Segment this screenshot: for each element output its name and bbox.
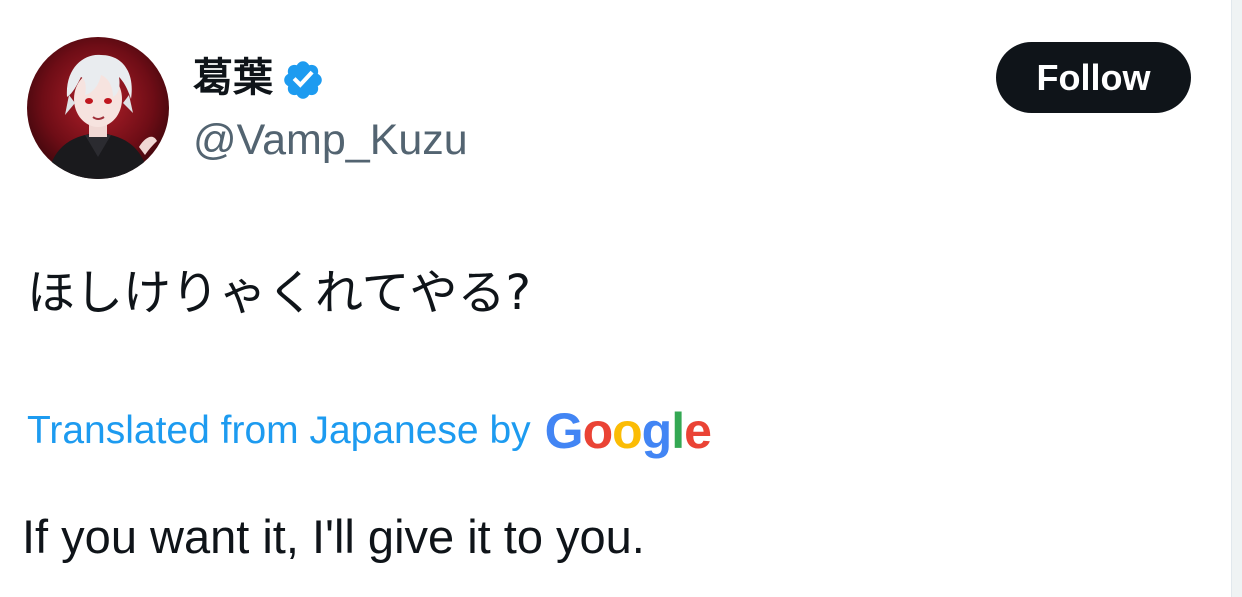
avatar[interactable]: [27, 37, 169, 179]
translated-text: If you want it, I'll give it to you.: [22, 510, 645, 563]
translation-attribution: Translated from Japanese by Google: [27, 403, 712, 459]
tweet-text: ほしけりゃくれてやる?: [27, 265, 532, 321]
display-name[interactable]: 葛葉: [193, 50, 273, 106]
verified-badge-icon[interactable]: [281, 58, 325, 102]
translated-from-link[interactable]: Translated from Japanese by: [27, 405, 531, 457]
avatar-image: [27, 37, 169, 179]
author-name-row: 葛葉: [193, 50, 325, 106]
author-handle[interactable]: @Vamp_Kuzu: [193, 114, 468, 166]
scrollbar-track[interactable]: [1231, 0, 1242, 597]
follow-button[interactable]: Follow: [996, 42, 1191, 113]
google-logo: Google: [544, 403, 712, 459]
